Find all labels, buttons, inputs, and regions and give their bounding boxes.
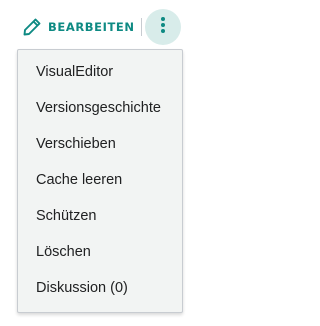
edit-button[interactable]: BEARBEITEN [22,14,135,40]
menu-item-diskussion[interactable]: Diskussion (0) [18,270,182,306]
menu-item-cache-leeren[interactable]: Cache leeren [18,162,182,198]
menu-item-schuetzen[interactable]: Schützen [18,198,182,234]
toolbar-divider [141,18,142,36]
menu-item-visualeditor[interactable]: VisualEditor [18,54,182,90]
more-actions-menu: VisualEditor Versionsgeschichte Verschie… [17,49,183,313]
pencil-icon [22,17,42,37]
menu-item-verschieben[interactable]: Verschieben [18,126,182,162]
menu-item-loeschen[interactable]: Löschen [18,234,182,270]
menu-item-versionsgeschichte[interactable]: Versionsgeschichte [18,90,182,126]
menu-list: VisualEditor Versionsgeschichte Verschie… [18,50,182,306]
edit-button-label: BEARBEITEN [48,20,135,34]
page-actions-toolbar: BEARBEITEN [0,0,200,52]
vertical-ellipsis-icon [160,16,166,39]
more-actions-button[interactable] [145,9,181,45]
